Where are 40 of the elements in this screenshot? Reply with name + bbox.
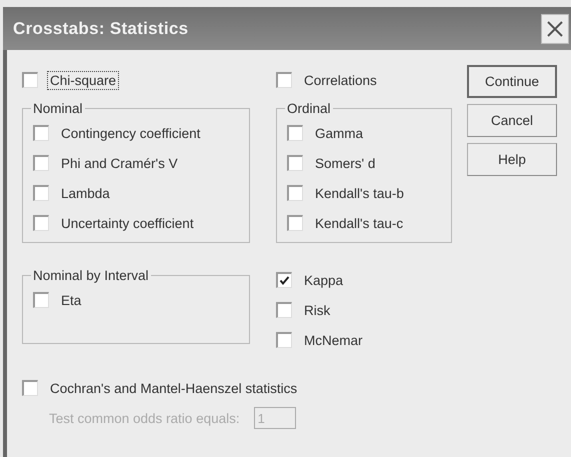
checkbox[interactable] (33, 125, 49, 141)
checkbox[interactable] (33, 155, 49, 171)
checkbox[interactable] (287, 155, 303, 171)
checkbox-label: Contingency coefficient (60, 124, 202, 142)
field-label: Test common odds ratio equals: (49, 410, 240, 426)
checkbox-label: Correlations (303, 72, 378, 90)
window-title: Crosstabs: Statistics (13, 18, 188, 38)
group-title: Nominal by Interval (32, 268, 150, 283)
checkbox-label: Kappa (303, 272, 344, 290)
dialog-button[interactable]: Cancel (467, 104, 557, 137)
checkbox[interactable] (276, 332, 292, 348)
dialog-button[interactable]: Continue (467, 65, 557, 98)
checkbox-label: Cochran's and Mantel-Haenszel statistics (49, 380, 298, 398)
checkbox[interactable] (22, 380, 38, 396)
checkbox-label: McNemar (303, 332, 364, 350)
checkbox[interactable] (287, 215, 303, 231)
checkbox[interactable] (33, 215, 49, 231)
checkbox[interactable] (276, 272, 292, 288)
checkbox-label: Lambda (60, 184, 111, 202)
checkbox-label: Uncertainty coefficient (60, 214, 195, 232)
checkbox[interactable] (276, 72, 292, 88)
close-button[interactable] (541, 14, 569, 44)
checkbox-label: Somers' d (314, 154, 376, 172)
checkbox-label: Phi and Cramér's V (60, 154, 179, 172)
checkbox[interactable] (276, 302, 292, 318)
checkbox[interactable] (287, 125, 303, 141)
checkbox[interactable] (287, 185, 303, 201)
checkbox[interactable] (33, 292, 49, 308)
checkbox-label: Risk (303, 302, 332, 320)
dialog-button[interactable]: Help (467, 143, 557, 176)
checkbox-label: Kendall's tau-c (314, 214, 404, 232)
group-title: Ordinal (286, 101, 332, 116)
checkbox-label: Gamma (314, 124, 364, 142)
checkbox[interactable] (33, 185, 49, 201)
close-icon (545, 18, 565, 38)
checkbox-label: Chi-square (47, 70, 120, 90)
checkbox[interactable] (22, 72, 38, 88)
checkbox-label: Kendall's tau-b (314, 184, 405, 202)
checkbox-label: Eta (60, 292, 82, 310)
group-title: Nominal (32, 101, 84, 116)
